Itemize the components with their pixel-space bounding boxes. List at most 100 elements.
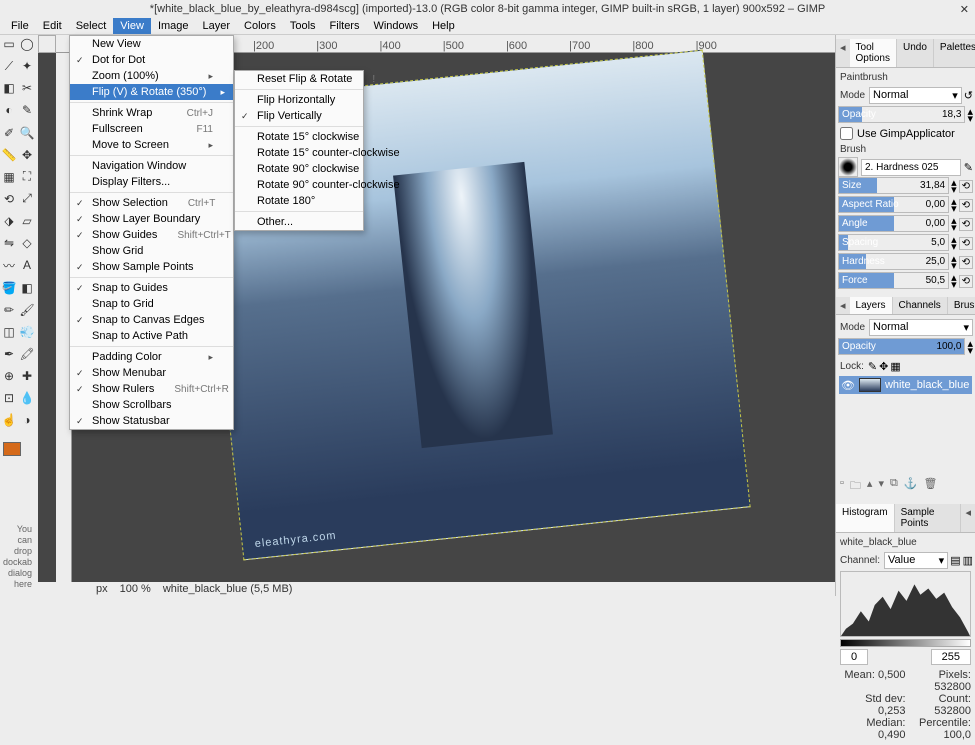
range-min[interactable]: 0 bbox=[840, 649, 868, 665]
aspect-slider[interactable]: Aspect Ratio0,00 bbox=[838, 196, 949, 213]
brush-edit-icon[interactable]: ✎ bbox=[964, 161, 973, 174]
submenu-item[interactable]: Reset Flip & Rotate! bbox=[235, 71, 363, 87]
tab-undo[interactable]: Undo bbox=[897, 39, 934, 67]
menu-item[interactable]: Display Filters... bbox=[70, 174, 233, 190]
size-slider[interactable]: Size31,84 bbox=[838, 177, 949, 194]
force-reset[interactable]: ⟲ bbox=[959, 275, 973, 288]
brush-name[interactable]: 2. Hardness 025 bbox=[861, 159, 961, 176]
tool-crop[interactable]: ⛶ bbox=[20, 170, 34, 184]
tool-cage[interactable]: ◇ bbox=[20, 236, 34, 250]
tool-move[interactable]: ✥ bbox=[20, 148, 34, 162]
menu-item[interactable]: Show Scrollbars bbox=[70, 397, 233, 413]
menu-item[interactable]: ✓Show Statusbar bbox=[70, 413, 233, 429]
menu-colors[interactable]: Colors bbox=[237, 18, 283, 34]
tool-fuzzy-select[interactable]: ✦ bbox=[20, 59, 34, 73]
use-gimpapplicator-check[interactable] bbox=[840, 127, 853, 140]
tool-ink[interactable]: ✒ bbox=[2, 347, 16, 361]
menu-item[interactable]: ✓Show Menubar bbox=[70, 365, 233, 381]
tool-eraser[interactable]: ◫ bbox=[2, 325, 16, 339]
tool-rotate[interactable]: ⟲ bbox=[2, 192, 16, 206]
tool-picker[interactable]: ✐ bbox=[2, 126, 16, 140]
size-reset[interactable]: ⟲ bbox=[959, 180, 973, 193]
tab-histogram[interactable]: Histogram bbox=[836, 504, 895, 532]
menu-item[interactable]: New View bbox=[70, 36, 233, 52]
tool-scale[interactable]: ⤢ bbox=[20, 192, 34, 206]
fg-color-swatch[interactable] bbox=[3, 442, 21, 456]
tool-airbrush[interactable]: 💨 bbox=[20, 325, 34, 339]
angle-slider[interactable]: Angle0,00 bbox=[838, 215, 949, 232]
tool-gradient[interactable]: ◧ bbox=[20, 281, 34, 295]
tool-blur[interactable]: 💧 bbox=[20, 391, 34, 405]
tool-scissors[interactable]: ✂ bbox=[20, 81, 34, 95]
tool-persp-clone[interactable]: ⊡ bbox=[2, 391, 16, 405]
brush-preview[interactable] bbox=[838, 157, 858, 177]
menu-item[interactable]: ✓Snap to Guides bbox=[70, 280, 233, 296]
menu-item[interactable]: Flip (V) & Rotate (350°)▸ bbox=[70, 84, 233, 100]
visibility-icon[interactable]: 👁 bbox=[841, 379, 855, 392]
aspect-reset[interactable]: ⟲ bbox=[959, 199, 973, 212]
menu-file[interactable]: File bbox=[4, 18, 36, 34]
menu-layer[interactable]: Layer bbox=[196, 18, 238, 34]
lock-pixels-icon[interactable]: ✎ bbox=[868, 360, 877, 373]
menu-item[interactable]: Show Grid bbox=[70, 243, 233, 259]
layer-opacity-spinner[interactable]: ▴▾ bbox=[967, 341, 973, 355]
tab-prev-icon[interactable]: ◂ bbox=[836, 297, 850, 314]
menu-item[interactable]: Shrink WrapCtrl+J bbox=[70, 105, 233, 121]
tool-perspective[interactable]: ▱ bbox=[20, 214, 34, 228]
tab-brushes[interactable]: Brushes bbox=[948, 297, 975, 314]
tool-warp[interactable]: 〰 bbox=[2, 258, 16, 272]
menu-item[interactable]: Snap to Grid bbox=[70, 296, 233, 312]
menu-item[interactable]: Zoom (100%)▸ bbox=[70, 68, 233, 84]
menu-view[interactable]: View bbox=[113, 18, 151, 34]
tool-rect-select[interactable]: ▭ bbox=[2, 37, 16, 51]
tool-bucket[interactable]: 🪣 bbox=[2, 281, 16, 295]
menu-item[interactable]: FullscreenF11 bbox=[70, 121, 233, 137]
force-spinner[interactable]: ▴▾ bbox=[951, 275, 957, 289]
status-zoom[interactable]: 100 % bbox=[120, 583, 151, 595]
tab-layers[interactable]: Layers bbox=[850, 297, 893, 314]
tool-smudge[interactable]: ☝ bbox=[2, 413, 16, 427]
tool-text[interactable]: A bbox=[20, 258, 34, 272]
delete-layer-icon[interactable]: 🗑 bbox=[924, 477, 938, 496]
channel-select[interactable]: Value▾ bbox=[884, 552, 948, 569]
tool-paintbrush[interactable]: 🖌 bbox=[20, 303, 34, 317]
tab-tool-options[interactable]: Tool Options bbox=[850, 39, 897, 67]
tab-sample-points[interactable]: Sample Points bbox=[895, 504, 962, 532]
tab-palettes[interactable]: Palettes bbox=[934, 39, 975, 67]
spacing-reset[interactable]: ⟲ bbox=[959, 237, 973, 250]
spacing-slider[interactable]: Spacing5,0 bbox=[838, 234, 949, 251]
lock-alpha-icon[interactable]: ▦ bbox=[890, 360, 900, 373]
hardness-slider[interactable]: Hardness25,0 bbox=[838, 253, 949, 270]
opacity-slider[interactable]: Opacity18,3 bbox=[838, 106, 965, 123]
tool-dodge[interactable]: ◑ bbox=[20, 413, 34, 427]
duplicate-layer-icon[interactable]: ⧉ bbox=[890, 477, 898, 496]
opacity-spinner[interactable]: ▴▾ bbox=[967, 109, 973, 123]
force-slider[interactable]: Force50,5 bbox=[838, 272, 949, 289]
submenu-item[interactable]: Flip Horizontally bbox=[235, 92, 363, 108]
menu-tools[interactable]: Tools bbox=[283, 18, 323, 34]
tool-heal[interactable]: ✚ bbox=[20, 369, 34, 383]
lower-layer-icon[interactable]: ▾ bbox=[878, 477, 884, 496]
layer-item[interactable]: 👁 white_black_blue bbox=[839, 376, 972, 394]
submenu-item[interactable]: ✓Flip Vertically bbox=[235, 108, 363, 124]
tab-prev-icon[interactable]: ◂ bbox=[836, 39, 850, 67]
angle-spinner[interactable]: ▴▾ bbox=[951, 218, 957, 232]
menu-item[interactable]: Snap to Active Path bbox=[70, 328, 233, 344]
menu-item[interactable]: ✓Show Sample Points bbox=[70, 259, 233, 275]
tool-align[interactable]: ▦ bbox=[2, 170, 16, 184]
tool-pencil[interactable]: ✏ bbox=[2, 303, 16, 317]
layer-opacity-slider[interactable]: Opacity100,0 bbox=[838, 338, 965, 355]
reset-icon[interactable]: ↺ bbox=[964, 89, 973, 102]
tool-free-select[interactable]: ⟋ bbox=[2, 59, 16, 73]
tool-mypaint[interactable]: 🖍 bbox=[20, 347, 34, 361]
layer-mode-select[interactable]: Normal▾ bbox=[869, 319, 973, 336]
menu-item[interactable]: ✓Show RulersShift+Ctrl+R bbox=[70, 381, 233, 397]
menu-item[interactable]: Padding Color▸ bbox=[70, 349, 233, 365]
image-thumb[interactable] bbox=[38, 35, 56, 53]
menu-item[interactable]: ✓Show Layer Boundary bbox=[70, 211, 233, 227]
histogram-log-icon[interactable]: ▥ bbox=[963, 554, 973, 567]
tool-paths[interactable]: ✎ bbox=[20, 103, 34, 117]
aspect-spinner[interactable]: ▴▾ bbox=[951, 199, 957, 213]
submenu-item[interactable]: Rotate 15° counter-clockwise bbox=[235, 145, 363, 161]
tool-ellipse-select[interactable]: ◯ bbox=[20, 37, 34, 51]
